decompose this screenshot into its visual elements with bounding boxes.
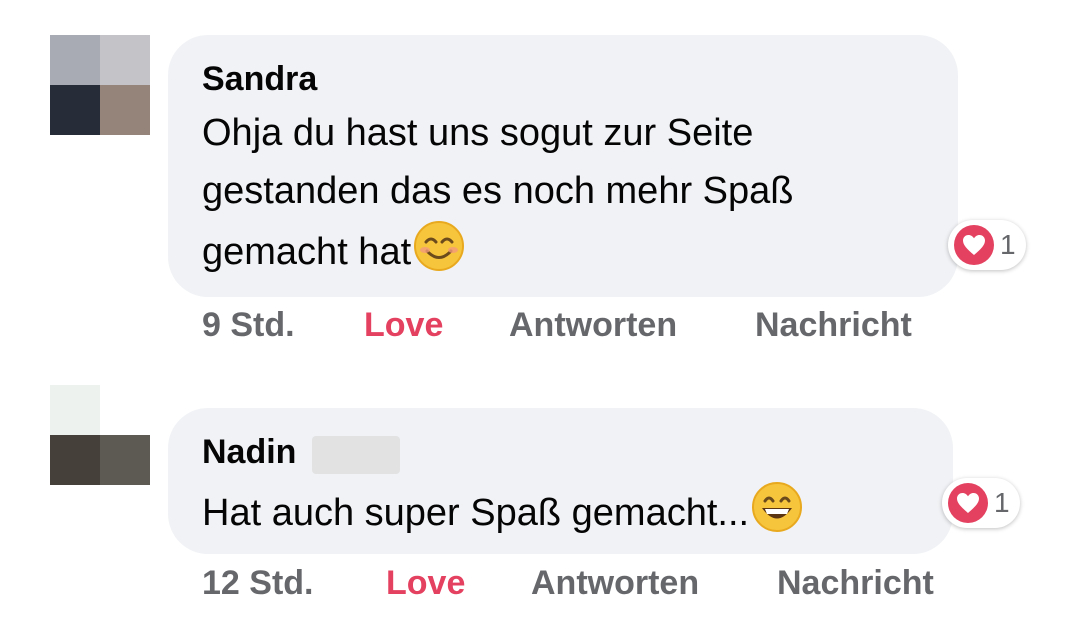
comment-author[interactable]: Sandra <box>202 60 317 99</box>
reaction-count: 1 <box>1000 229 1016 260</box>
redacted-surname <box>312 436 400 474</box>
comment-actions: 12 Std. Love Antworten Nachricht <box>202 564 934 603</box>
comment-text: Ohja du hast uns sogut zur Seite gestand… <box>202 104 794 281</box>
smiling-face-icon <box>414 221 465 271</box>
comment-text-line: Hat auch super Spaß gemacht... <box>202 481 803 542</box>
heart-reaction-icon <box>948 483 988 523</box>
love-button[interactable]: Love <box>364 306 443 345</box>
comment-author[interactable]: Nadin <box>202 433 296 472</box>
reaction-pill[interactable]: 1 <box>942 478 1020 528</box>
grinning-face-icon <box>752 482 803 532</box>
comment-timestamp[interactable]: 9 Std. <box>202 306 295 344</box>
message-button[interactable]: Nachricht <box>755 306 912 345</box>
reaction-count: 1 <box>994 487 1010 518</box>
comment-timestamp[interactable]: 12 Std. <box>202 564 313 602</box>
avatar-nadin[interactable] <box>50 385 150 485</box>
comment-actions: 9 Std. Love Antworten Nachricht <box>202 306 912 345</box>
avatar-sandra[interactable] <box>50 35 150 135</box>
reply-button[interactable]: Antworten <box>531 564 699 603</box>
comment-text-line: Ohja du hast uns sogut zur Seite <box>202 112 754 154</box>
message-button[interactable]: Nachricht <box>777 564 934 603</box>
comment-text-line: gestanden das es noch mehr Spaß <box>202 170 794 212</box>
reaction-pill[interactable]: 1 <box>948 220 1026 270</box>
heart-reaction-icon <box>954 225 994 265</box>
comment-text: Hat auch super Spaß gemacht... <box>202 481 803 542</box>
comment-text-line: gemacht hat <box>202 220 794 281</box>
love-button[interactable]: Love <box>386 564 465 603</box>
reply-button[interactable]: Antworten <box>509 306 677 345</box>
